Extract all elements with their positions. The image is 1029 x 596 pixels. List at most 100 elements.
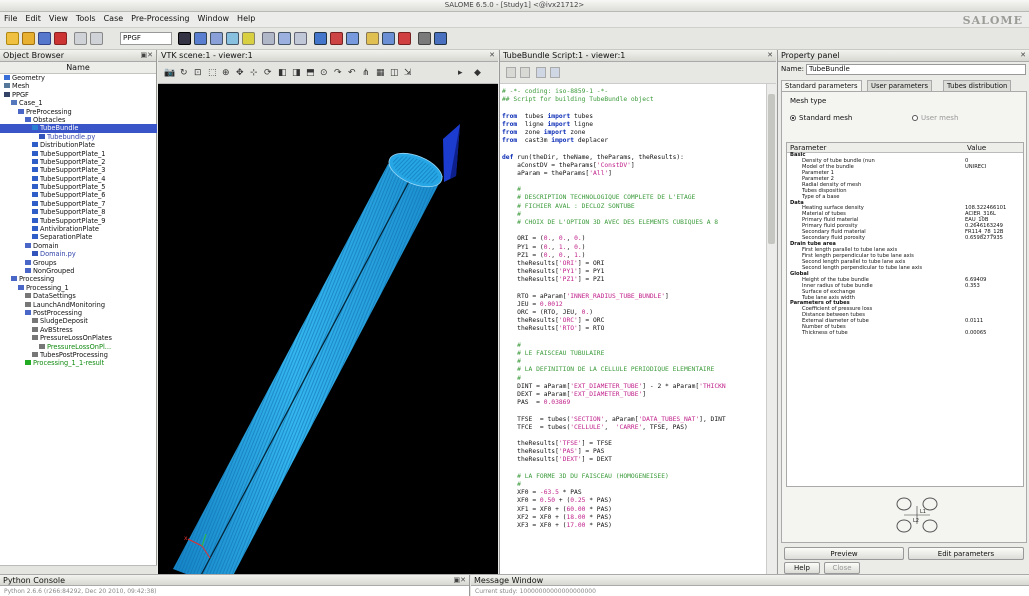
tree-node[interactable]: TubesPostProcessing xyxy=(0,351,157,359)
tab-tubes-distribution[interactable]: Tubes distribution xyxy=(943,80,1012,91)
menu-view[interactable]: View xyxy=(45,12,72,23)
tree-node[interactable]: PressureLossOnPl... xyxy=(0,343,157,351)
zoom-icon[interactable]: ⊕ xyxy=(222,68,230,78)
save-icon[interactable] xyxy=(38,32,51,45)
3d-tube-render[interactable]: x xyxy=(158,84,498,574)
reset-view-icon[interactable]: ⊙ xyxy=(320,68,328,78)
undo-icon[interactable] xyxy=(536,67,546,78)
more-tools-icon[interactable]: ▸ xyxy=(458,68,463,78)
menu-preprocessing[interactable]: Pre-Processing xyxy=(127,12,193,23)
tab-user-parameters[interactable]: User parameters xyxy=(867,80,933,91)
graph-icon[interactable] xyxy=(382,32,395,45)
group-tool-icon[interactable] xyxy=(242,32,255,45)
new-icon[interactable] xyxy=(6,32,19,45)
tab-standard-parameters[interactable]: Standard parameters xyxy=(781,80,862,91)
tree-node[interactable]: TubeSupportPlate_1 xyxy=(0,150,157,158)
back-view-icon[interactable]: ◨ xyxy=(292,68,301,78)
tree-node[interactable]: DataSettings xyxy=(0,292,157,300)
menu-tools[interactable]: Tools xyxy=(72,12,100,23)
export-icon[interactable] xyxy=(294,32,307,45)
horizontal-scrollbar[interactable] xyxy=(0,565,157,574)
tree-node[interactable]: AntivibrationPlate xyxy=(0,225,157,233)
tree-node[interactable]: Obstacles xyxy=(0,116,157,124)
tree-node[interactable]: TubeSupportPlate_7 xyxy=(0,200,157,208)
tree-node[interactable]: Domain.py xyxy=(0,250,157,258)
tree-node[interactable]: AvBStress xyxy=(0,326,157,334)
tree-node[interactable]: Processing_1 xyxy=(0,284,157,292)
edit-parameters-button[interactable]: Edit parameters xyxy=(908,547,1024,560)
tree-node[interactable]: PressureLossOnPlates xyxy=(0,334,157,342)
value-column-header[interactable]: Value xyxy=(967,144,986,152)
menu-window[interactable]: Window xyxy=(194,12,234,23)
compute-icon[interactable] xyxy=(278,32,291,45)
help-button[interactable]: Help xyxy=(784,562,820,574)
parameter-column-header[interactable]: Parameter xyxy=(790,144,826,152)
tree-node[interactable]: Groups xyxy=(0,259,157,267)
background-icon[interactable]: ◆ xyxy=(474,68,481,78)
save-script-icon[interactable] xyxy=(520,67,530,78)
postpro-icon[interactable] xyxy=(366,32,379,45)
tree-node[interactable]: SludgeDeposit xyxy=(0,317,157,325)
tree-node[interactable]: NonGrouped xyxy=(0,267,157,275)
delete-icon[interactable] xyxy=(398,32,411,45)
tree-node[interactable]: TubeBundle xyxy=(0,124,157,133)
scaling-icon[interactable]: ⇲ xyxy=(404,68,412,78)
tree-node[interactable]: Case_1 xyxy=(0,99,157,107)
tree-node[interactable]: PreProcessing xyxy=(0,108,157,116)
panel-close-icon[interactable]: ▣✕ xyxy=(141,51,153,59)
copy-icon[interactable] xyxy=(74,32,87,45)
standard-mesh-radio[interactable]: Standard mesh xyxy=(790,114,852,122)
rotate-icon[interactable]: ⟳ xyxy=(264,68,272,78)
stop-icon[interactable] xyxy=(330,32,343,45)
tree-node[interactable]: TubeSupportPlate_6 xyxy=(0,191,157,199)
module-combo[interactable]: PPGF xyxy=(120,32,172,45)
dump-view-icon[interactable]: 📷 xyxy=(164,68,175,78)
results-icon[interactable] xyxy=(346,32,359,45)
close-button[interactable]: Close xyxy=(824,562,860,574)
menu-help[interactable]: Help xyxy=(233,12,259,23)
paste-icon[interactable] xyxy=(90,32,103,45)
global-pan-icon[interactable]: ⊹ xyxy=(250,68,258,78)
new-script-icon[interactable] xyxy=(506,67,516,78)
tree-node[interactable]: Geometry xyxy=(0,74,157,82)
user-mesh-radio[interactable]: User mesh xyxy=(912,114,958,122)
tree-node[interactable]: Mesh xyxy=(0,82,157,90)
code-area[interactable]: # -*- coding: iso-8859-1 -*- ## Script fo… xyxy=(502,88,764,574)
redo-icon[interactable] xyxy=(550,67,560,78)
tree-node[interactable]: TubeSupportPlate_3 xyxy=(0,166,157,174)
script-scrollbar[interactable] xyxy=(766,84,776,574)
clipping-icon[interactable]: ◫ xyxy=(390,68,399,78)
view-icon[interactable] xyxy=(434,32,447,45)
graduated-axes-icon[interactable]: ▦ xyxy=(376,68,385,78)
tree-node[interactable]: TubeSupportPlate_9 xyxy=(0,217,157,225)
object-browser-column-header[interactable]: Name xyxy=(0,62,156,74)
plate-tool-icon[interactable] xyxy=(210,32,223,45)
tube-bundle-tool-icon[interactable] xyxy=(194,32,207,45)
menu-file[interactable]: File xyxy=(0,12,21,23)
domain-tool-icon[interactable] xyxy=(226,32,239,45)
python-console-close-icon[interactable]: ▣✕ xyxy=(454,576,466,584)
tree-node[interactable]: PostProcessing xyxy=(0,309,157,317)
pan-icon[interactable]: ✥ xyxy=(236,68,244,78)
tree-node[interactable]: TubeSupportPlate_4 xyxy=(0,175,157,183)
fit-all-icon[interactable]: ⊡ xyxy=(194,68,202,78)
tree-node[interactable]: TubeSupportPlate_2 xyxy=(0,158,157,166)
tree-node[interactable]: Tubebundle.py xyxy=(0,133,157,141)
name-field[interactable]: TubeBundle xyxy=(806,64,1026,75)
clockwise-icon[interactable]: ↷ xyxy=(334,68,342,78)
tree-node[interactable]: LaunchAndMonitoring xyxy=(0,301,157,309)
fit-area-icon[interactable]: ⬚ xyxy=(208,68,217,78)
open-icon[interactable] xyxy=(22,32,35,45)
python-console-output[interactable]: Python 2.6.6 (r266:84292, Dec 20 2010, 0… xyxy=(0,586,469,596)
mesh-tool-icon[interactable] xyxy=(262,32,275,45)
tree-node[interactable]: SeparationPlate xyxy=(0,233,157,241)
menu-edit[interactable]: Edit xyxy=(21,12,45,23)
top-view-icon[interactable]: ⬒ xyxy=(306,68,315,78)
tree-node[interactable]: Processing xyxy=(0,275,157,283)
anticlockwise-icon[interactable]: ↶ xyxy=(348,68,356,78)
scroll-thumb[interactable] xyxy=(768,94,775,244)
ppgf-module-icon[interactable] xyxy=(178,32,191,45)
property-panel-close-icon[interactable]: ✕ xyxy=(1020,51,1026,59)
tree-node[interactable]: PPGF xyxy=(0,91,157,99)
tree-node[interactable]: TubeSupportPlate_5 xyxy=(0,183,157,191)
